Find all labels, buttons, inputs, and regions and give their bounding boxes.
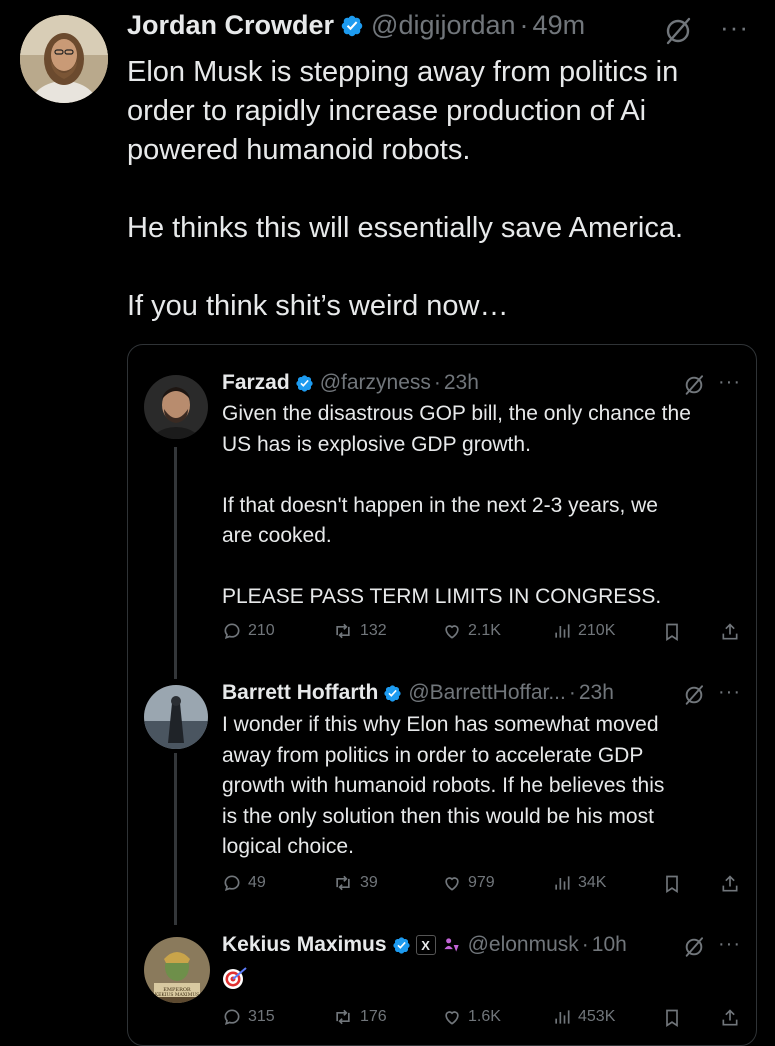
quote-header: Barrett Hoffarth @BarrettHoffar... · 23h [222, 681, 614, 705]
farzad-avatar[interactable] [144, 375, 208, 439]
heart-icon [445, 877, 459, 891]
quoted-thread-card[interactable]: Farzad @farzyness · 23h ··· Given the di… [127, 344, 757, 1046]
quote-timestamp[interactable]: 10h [592, 933, 627, 957]
barrett-avatar[interactable] [144, 685, 208, 749]
repost-button[interactable]: 39 [332, 873, 378, 893]
like-count: 979 [468, 874, 495, 891]
views-icon [555, 1010, 570, 1024]
reply-button[interactable]: 49 [222, 873, 266, 893]
target-emoji-icon [223, 967, 247, 989]
reply-count: 210 [248, 622, 275, 639]
views-count: 34K [578, 874, 607, 891]
author-name[interactable]: Jordan Crowder [127, 10, 334, 41]
quote-text: I wonder if this why Elon has somewhat m… [222, 713, 665, 858]
repost-button[interactable]: 176 [332, 1007, 387, 1027]
quote-author-handle[interactable]: @farzyness [320, 371, 431, 395]
views-icon [555, 624, 570, 638]
grok-icon[interactable] [683, 374, 705, 396]
grok-icon[interactable] [683, 936, 705, 958]
reply-icon [224, 1009, 240, 1025]
separator-dot: · [581, 933, 589, 956]
kekius-avatar[interactable]: EMPEROR KEKIUS MAXIMUS [144, 937, 210, 1003]
bookmark-icon[interactable] [662, 1007, 682, 1029]
share-icon[interactable] [720, 873, 740, 895]
views-button[interactable]: 210K [552, 621, 615, 641]
verified-badge-icon [296, 374, 313, 392]
separator-dot: · [433, 371, 441, 394]
quote-author-handle[interactable]: @elonmusk [468, 933, 579, 957]
reply-button[interactable]: 315 [222, 1007, 275, 1027]
like-count: 2.1K [468, 622, 501, 639]
action-bar: 49 39 979 34K [222, 873, 742, 899]
share-icon[interactable] [720, 621, 740, 643]
bookmark-icon[interactable] [662, 873, 682, 895]
quote-header: Farzad @farzyness · 23h [222, 371, 479, 395]
views-button[interactable]: 34K [552, 873, 606, 893]
reply-button[interactable]: 210 [222, 621, 275, 641]
quote-text: Given the disastrous GOP bill, the only … [222, 402, 691, 608]
reply-count: 49 [248, 874, 266, 891]
separator-dot: · [519, 10, 529, 40]
like-count: 1.6K [468, 1008, 501, 1025]
quote-header: Kekius Maximus X @elonmusk · 10h [222, 933, 627, 957]
author-avatar[interactable] [20, 15, 108, 103]
thread-connector [174, 447, 177, 679]
separator-dot: · [568, 681, 576, 704]
repost-icon [336, 623, 350, 639]
author-handle[interactable]: @digijordan [371, 10, 516, 41]
quote-author-name[interactable]: Farzad [222, 371, 290, 395]
like-button[interactable]: 1.6K [442, 1007, 501, 1027]
action-bar: 210 132 2.1K 210K [222, 621, 742, 647]
avatar-caption-line-2: KEKIUS MAXIMUS [155, 992, 199, 998]
gov-affiliation-icon [444, 938, 459, 952]
repost-count: 132 [360, 622, 387, 639]
verified-badge-icon [341, 15, 363, 36]
more-options-icon[interactable]: ··· [718, 371, 741, 394]
views-count: 453K [578, 1008, 616, 1025]
more-options-icon[interactable]: ··· [718, 681, 741, 704]
repost-icon [336, 1009, 350, 1025]
like-button[interactable]: 2.1K [442, 621, 501, 641]
quote-author-name[interactable]: Kekius Maximus [222, 933, 387, 957]
quote-author-handle[interactable]: @BarrettHoffar... [408, 681, 566, 705]
quote-author-name[interactable]: Barrett Hoffarth [222, 681, 378, 705]
tweet-text: Elon Musk is stepping away from politics… [127, 56, 684, 322]
x-affiliate-badge[interactable]: X [415, 935, 436, 955]
reply-icon [224, 623, 240, 639]
like-button[interactable]: 979 [442, 873, 495, 893]
thread-connector [174, 753, 177, 925]
tweet-header: Jordan Crowder @digijordan · 49m [127, 10, 585, 41]
repost-count: 176 [360, 1008, 387, 1025]
verified-badge-icon [384, 684, 401, 702]
views-count: 210K [578, 622, 616, 639]
reply-count: 315 [248, 1008, 275, 1025]
heart-icon [445, 625, 459, 639]
action-bar: 315 176 1.6K 453K [222, 1007, 742, 1033]
repost-count: 39 [360, 874, 378, 891]
quote-timestamp[interactable]: 23h [579, 681, 614, 705]
timestamp[interactable]: 49m [533, 10, 586, 41]
bookmark-icon[interactable] [662, 621, 682, 643]
quote-timestamp[interactable]: 23h [444, 371, 479, 395]
views-icon [555, 876, 570, 890]
more-options-icon[interactable]: ··· [718, 933, 741, 956]
more-options-icon[interactable]: ··· [720, 12, 749, 43]
grok-icon[interactable] [683, 684, 705, 706]
share-icon[interactable] [720, 1007, 740, 1029]
grok-icon[interactable] [663, 16, 693, 46]
reply-icon [224, 875, 240, 891]
repost-icon [336, 875, 350, 891]
heart-icon [445, 1011, 459, 1025]
views-button[interactable]: 453K [552, 1007, 615, 1027]
repost-button[interactable]: 132 [332, 621, 387, 641]
verified-badge-icon [392, 936, 410, 954]
